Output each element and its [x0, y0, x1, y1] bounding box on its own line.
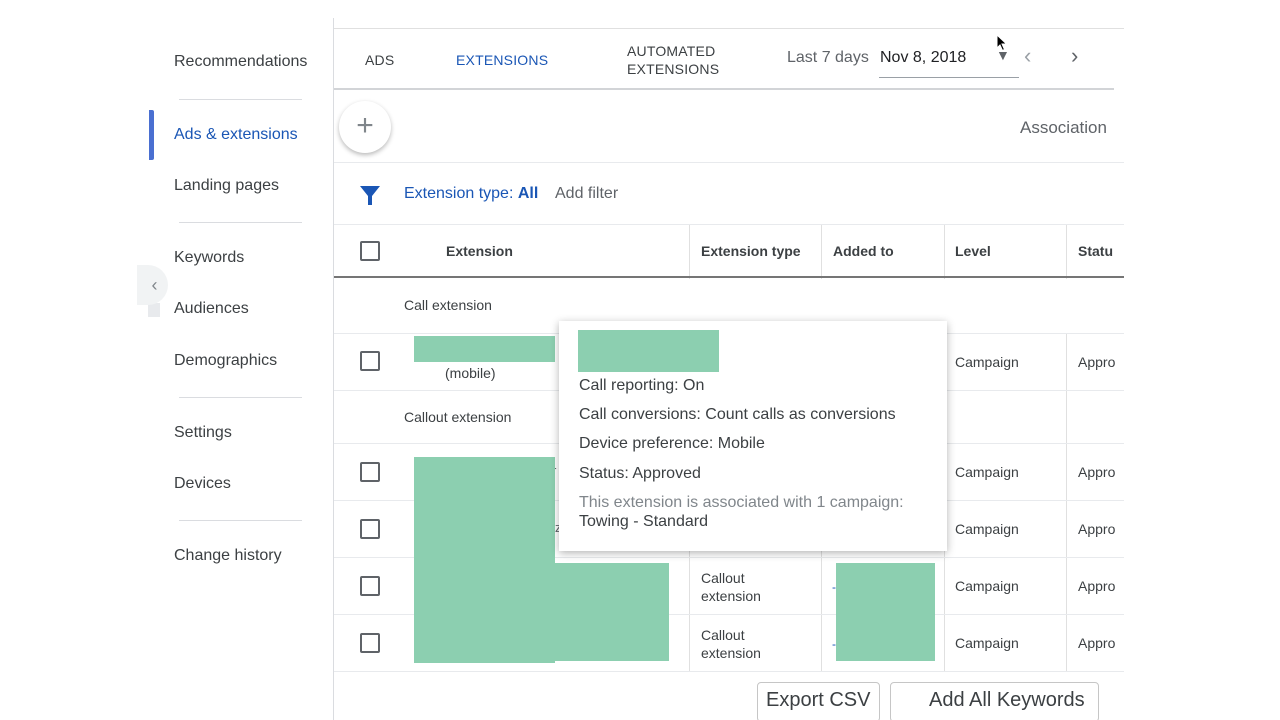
date-range-label: Last 7 days — [787, 49, 869, 66]
add-all-keywords-button[interactable]: Add All Keywords — [890, 682, 1099, 720]
status-cell: Appro — [1078, 578, 1116, 594]
redacted-block — [578, 330, 719, 372]
sidebar-divider — [179, 397, 302, 398]
status-cell: Appro — [1078, 464, 1116, 480]
type-line1: Callout — [701, 627, 745, 643]
sidebar: Recommendations Ads & extensions Landing… — [0, 0, 333, 720]
tab-automated-line1: AUTOMATED — [627, 43, 716, 59]
toolbar: + Association — [334, 92, 1124, 163]
header-added-to[interactable]: Added to — [833, 243, 894, 259]
mouse-cursor-icon — [996, 34, 1008, 52]
header-extension-type[interactable]: Extension type — [701, 243, 801, 259]
sidebar-item-devices[interactable]: Devices — [174, 475, 231, 493]
chevron-left-icon: ‹ — [151, 274, 158, 295]
row-checkbox[interactable] — [360, 462, 380, 482]
filter-value: All — [517, 185, 539, 202]
extension-details-tooltip: Call reporting: On Call conversions: Cou… — [559, 321, 947, 551]
sidebar-divider — [179, 222, 302, 223]
redacted-block — [414, 563, 669, 661]
chevron-left-icon[interactable]: ‹ — [1024, 43, 1031, 69]
extension-type-cell: Callout extension — [701, 626, 761, 662]
sidebar-divider — [179, 520, 302, 521]
type-line2: extension — [701, 645, 761, 661]
export-csv-button[interactable]: Export CSV — [757, 682, 880, 720]
select-all-checkbox[interactable] — [360, 241, 380, 261]
call-reporting-text: Call reporting: On — [579, 377, 705, 394]
sidebar-item-recommendations[interactable]: Recommendations — [174, 53, 307, 71]
row-checkbox[interactable] — [360, 633, 380, 653]
tab-automated-line2: EXTENSIONS — [627, 61, 720, 77]
sidebar-item-keywords[interactable]: Keywords — [174, 249, 244, 267]
sidebar-item-landing-pages[interactable]: Landing pages — [174, 177, 279, 195]
group-label: Callout extension — [404, 409, 512, 425]
collapse-shadow — [148, 303, 160, 317]
filter-icon[interactable] — [358, 183, 382, 207]
tab-extensions[interactable]: EXTENSIONS — [456, 52, 548, 68]
level-cell: Campaign — [955, 521, 1019, 537]
add-filter-button[interactable]: Add filter — [555, 185, 618, 203]
sidebar-item-ads-extensions[interactable]: Ads & extensions — [174, 126, 298, 144]
group-label: Call extension — [404, 297, 492, 313]
type-line1: Callout — [701, 570, 745, 586]
row-checkbox[interactable] — [360, 351, 380, 371]
sidebar-divider — [179, 99, 302, 100]
level-cell: Campaign — [955, 578, 1019, 594]
tab-ads[interactable]: ADS — [365, 52, 394, 68]
call-conversions-text: Call conversions: Count calls as convers… — [579, 406, 896, 423]
filter-bar: Extension type: All Add filter — [334, 163, 1124, 225]
association-label[interactable]: Association — [1020, 118, 1107, 138]
add-extension-button[interactable]: + — [339, 101, 391, 153]
row-checkbox[interactable] — [360, 576, 380, 596]
level-cell: Campaign — [955, 464, 1019, 480]
tab-automated-extensions[interactable]: AUTOMATED EXTENSIONS — [627, 42, 719, 78]
level-cell: Campaign — [955, 354, 1019, 370]
status-cell: Appro — [1078, 521, 1116, 537]
sidebar-item-settings[interactable]: Settings — [174, 424, 232, 442]
extension-suffix: (mobile) — [445, 365, 496, 381]
extension-type-cell: Callout extension — [701, 569, 761, 605]
date-picker-value[interactable]: Nov 8, 2018 — [880, 49, 966, 67]
redacted-block — [414, 336, 555, 362]
table-header: Extension Extension type Added to Level … — [334, 225, 1124, 278]
chevron-right-icon[interactable]: › — [1071, 43, 1078, 69]
sidebar-item-audiences[interactable]: Audiences — [174, 300, 249, 318]
status-cell: Appro — [1078, 354, 1116, 370]
association-note: This extension is associated with 1 camp… — [579, 494, 904, 511]
level-cell: Campaign — [955, 635, 1019, 651]
header-status[interactable]: Statu — [1078, 243, 1113, 259]
date-picker-underline — [879, 77, 1019, 78]
type-line2: extension — [701, 588, 761, 604]
sidebar-item-change-history[interactable]: Change history — [174, 547, 282, 565]
campaign-name: Towing - Standard — [579, 513, 708, 530]
sidebar-item-demographics[interactable]: Demographics — [174, 352, 277, 370]
row-checkbox[interactable] — [360, 519, 380, 539]
status-text: Status: Approved — [579, 465, 701, 482]
header-level[interactable]: Level — [955, 243, 991, 259]
active-indicator — [149, 110, 154, 160]
status-cell: Appro — [1078, 635, 1116, 651]
redacted-block — [836, 563, 935, 661]
device-preference-text: Device preference: Mobile — [579, 435, 765, 452]
filter-prefix: Extension type: — [404, 185, 518, 202]
header-extension[interactable]: Extension — [446, 243, 513, 259]
collapse-sidebar-button[interactable]: ‹ — [137, 265, 168, 305]
extension-type-filter-chip[interactable]: Extension type: All — [404, 185, 538, 203]
